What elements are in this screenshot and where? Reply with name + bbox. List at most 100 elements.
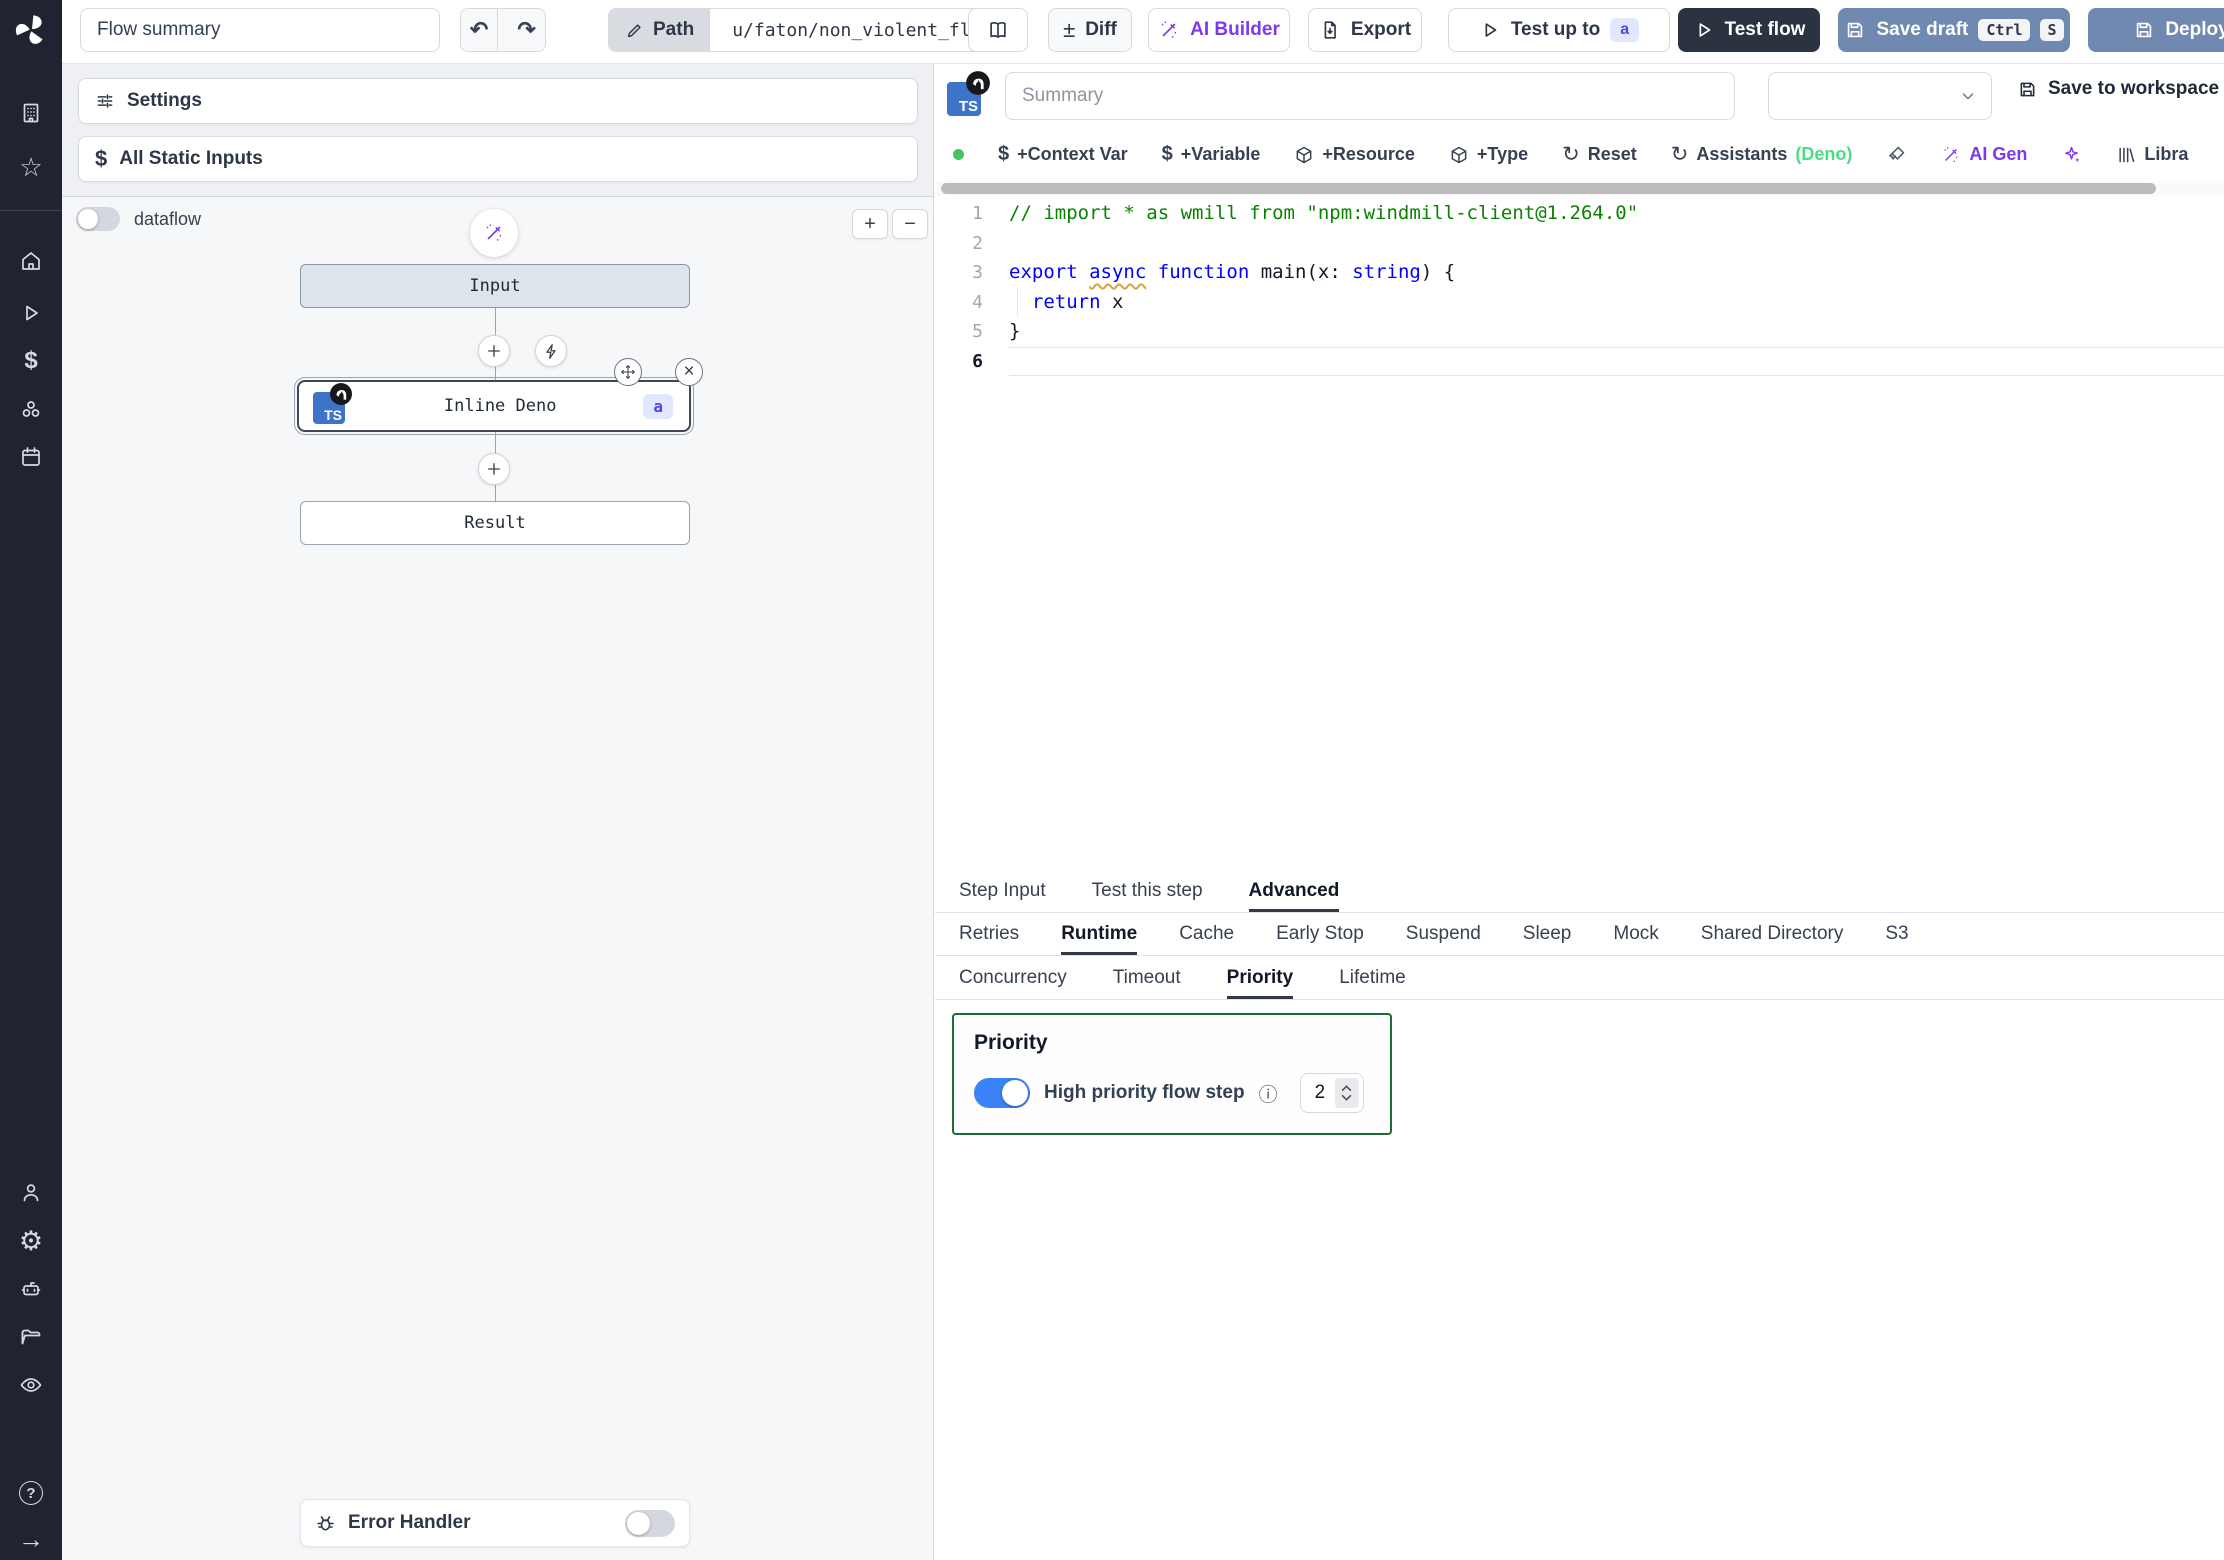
undo-icon[interactable]: ↶: [461, 9, 498, 51]
ai-builder-button[interactable]: AI Builder: [1148, 8, 1290, 52]
settings-gear-icon[interactable]: ⚙: [0, 1224, 62, 1258]
code-line[interactable]: 1// import * as wmill from "npm:windmill…: [935, 199, 2224, 229]
error-handler-toggle[interactable]: [625, 1510, 675, 1537]
tab-retries[interactable]: Retries: [959, 913, 1019, 955]
all-static-inputs-button[interactable]: $ All Static Inputs: [78, 136, 918, 182]
result-node[interactable]: Result: [300, 501, 690, 545]
step-summary-input[interactable]: [1005, 72, 1735, 120]
flow-settings-button[interactable]: Settings: [78, 78, 918, 124]
folders-icon[interactable]: [0, 1320, 62, 1354]
tab-early-stop[interactable]: Early Stop: [1276, 913, 1364, 955]
line-number: 3: [935, 258, 983, 288]
code-line[interactable]: 2: [935, 229, 2224, 259]
home-icon[interactable]: [0, 244, 62, 278]
ai-flow-wand-button[interactable]: [470, 209, 518, 257]
save-draft-button[interactable]: Save draft Ctrl S: [1838, 8, 2070, 52]
flow-summary-input[interactable]: Flow summary: [80, 8, 440, 52]
tab-runtime[interactable]: Runtime: [1061, 913, 1137, 955]
tab-cache[interactable]: Cache: [1179, 913, 1234, 955]
audit-eye-icon[interactable]: [0, 1368, 62, 1402]
save-to-workspace-button[interactable]: Save to workspace: [2017, 78, 2219, 100]
docs-book-icon-button[interactable]: [968, 8, 1028, 52]
runs-play-icon[interactable]: [0, 296, 62, 330]
zoom-out-button[interactable]: −: [892, 209, 928, 239]
chevron-down-icon: [1959, 87, 1977, 105]
step-id-badge: a: [643, 394, 673, 419]
tab-step-input[interactable]: Step Input: [959, 870, 1046, 912]
add-variable-button[interactable]: $+Variable: [1162, 143, 1261, 166]
tab-suspend[interactable]: Suspend: [1406, 913, 1481, 955]
tab-test-this-step[interactable]: Test this step: [1092, 870, 1203, 912]
priority-title: Priority: [974, 1031, 1370, 1055]
magic-wand-icon: [1941, 145, 1961, 165]
tab-s3[interactable]: S3: [1885, 913, 1908, 955]
runtime-tabs: Concurrency Timeout Priority Lifetime: [935, 956, 2224, 1000]
assistants-button[interactable]: ↻Assistants(Deno): [1671, 144, 1853, 165]
sparkles-icon-button[interactable]: [2061, 144, 2082, 165]
test-flow-button[interactable]: Test flow: [1678, 8, 1820, 52]
add-type-button[interactable]: +Type: [1449, 144, 1528, 165]
tab-priority[interactable]: Priority: [1227, 956, 1294, 999]
path-button[interactable]: Path u/faton/non_violent_flo: [608, 8, 1000, 52]
add-resource-button[interactable]: +Resource: [1294, 144, 1415, 165]
step-tabs: Step Input Test this step Advanced: [935, 870, 2224, 913]
schedules-calendar-icon[interactable]: [0, 440, 62, 474]
add-step-button[interactable]: [478, 335, 510, 367]
tab-sleep[interactable]: Sleep: [1523, 913, 1572, 955]
zoom-in-button[interactable]: +: [852, 209, 888, 239]
error-handler-card[interactable]: Error Handler: [300, 1499, 690, 1547]
resources-icon[interactable]: [0, 392, 62, 426]
undo-redo-group: ↶↷: [460, 8, 546, 52]
code-editor[interactable]: 1// import * as wmill from "npm:windmill…: [935, 196, 2224, 870]
redo-icon[interactable]: ↷: [508, 9, 545, 51]
add-context-var-button[interactable]: $+Context Var: [998, 143, 1128, 166]
move-step-handle[interactable]: [614, 358, 642, 386]
test-up-to-button[interactable]: Test up to a: [1448, 8, 1670, 52]
play-icon: [1479, 19, 1501, 41]
step-id-badge: a: [1610, 18, 1639, 42]
book-icon: [987, 19, 1009, 41]
collapse-arrow-icon[interactable]: →: [0, 1522, 62, 1556]
high-priority-toggle[interactable]: [974, 1078, 1030, 1108]
horizontal-scrollbar[interactable]: [941, 183, 2156, 194]
priority-number-input[interactable]: 2: [1300, 1073, 1364, 1113]
help-icon[interactable]: ?: [0, 1476, 62, 1510]
dataflow-label: dataflow: [134, 209, 201, 230]
tab-shared-directory[interactable]: Shared Directory: [1701, 913, 1844, 955]
delete-step-button[interactable]: ×: [675, 358, 703, 386]
format-brush-button[interactable]: [1886, 144, 1907, 165]
workers-robot-icon[interactable]: [0, 1272, 62, 1306]
number-stepper[interactable]: [1335, 1078, 1359, 1108]
tab-timeout[interactable]: Timeout: [1113, 956, 1181, 999]
line-number: 6: [935, 347, 983, 377]
code-line[interactable]: 5}: [935, 317, 2224, 347]
reset-button[interactable]: ↻Reset: [1562, 144, 1637, 165]
tab-advanced[interactable]: Advanced: [1249, 870, 1340, 912]
sparkles-icon: [2061, 144, 2082, 165]
tab-lifetime[interactable]: Lifetime: [1339, 956, 1406, 999]
typescript-deno-badge: TS: [313, 388, 357, 424]
info-icon[interactable]: ⓘ: [1259, 1080, 1278, 1107]
code-line[interactable]: 4 return x: [935, 288, 2224, 318]
inline-deno-step-node[interactable]: TS Inline Deno a: [297, 380, 691, 432]
variables-dollar-icon[interactable]: $: [0, 344, 62, 378]
add-step-button[interactable]: [478, 453, 510, 485]
file-export-icon: [1319, 19, 1341, 41]
ai-gen-button[interactable]: AI Gen: [1941, 144, 2027, 165]
deploy-button[interactable]: Deploy: [2088, 8, 2224, 52]
tab-mock[interactable]: Mock: [1613, 913, 1658, 955]
code-line[interactable]: 6: [935, 347, 2224, 377]
code-line[interactable]: 3export async function main(x: string) {: [935, 258, 2224, 288]
windmill-logo[interactable]: [11, 10, 51, 50]
tab-concurrency[interactable]: Concurrency: [959, 956, 1067, 999]
dataflow-toggle[interactable]: [76, 207, 120, 231]
workspace-icon[interactable]: [0, 96, 62, 130]
add-trigger-button[interactable]: [535, 335, 567, 367]
library-button[interactable]: Libra: [2116, 144, 2188, 165]
workspace-script-select[interactable]: [1768, 72, 1992, 120]
input-node[interactable]: Input: [300, 264, 690, 308]
diff-button[interactable]: ± Diff: [1048, 8, 1132, 52]
export-button[interactable]: Export: [1308, 8, 1422, 52]
user-icon[interactable]: [0, 1176, 62, 1210]
favorites-star-icon[interactable]: ☆: [0, 150, 62, 184]
